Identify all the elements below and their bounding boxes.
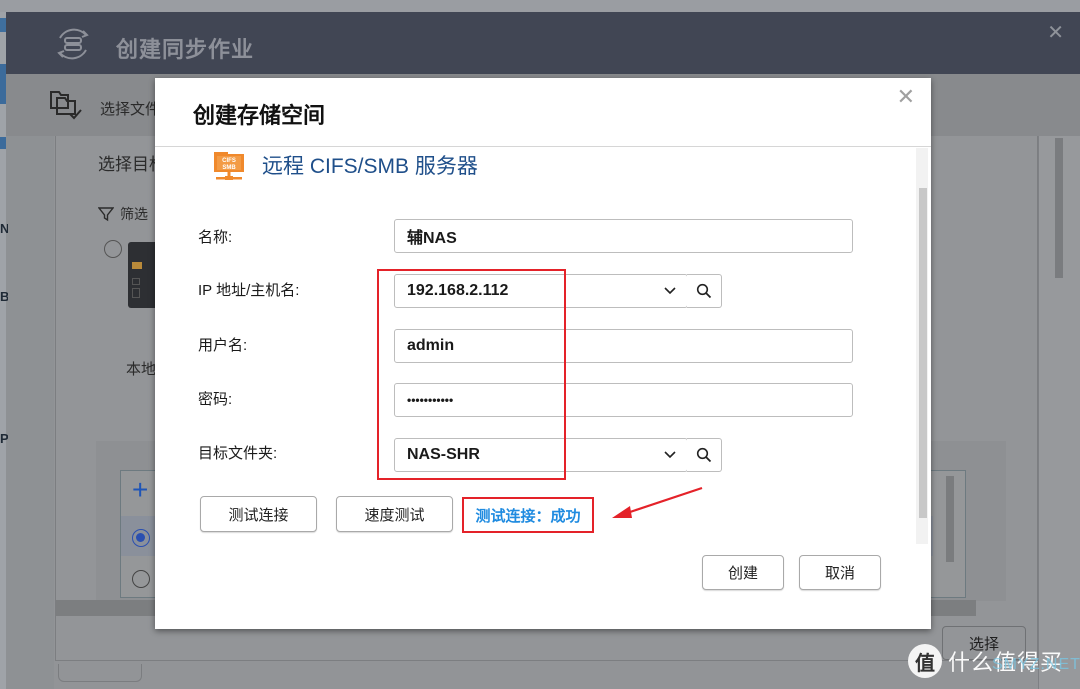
right-column — [1039, 136, 1080, 689]
add-storage-icon[interactable]: + — [132, 476, 148, 504]
storage-radio-selected[interactable] — [132, 529, 150, 547]
icon-text-smb: SMB — [222, 165, 236, 171]
background-app-text: N — [0, 222, 8, 236]
filter-icon — [98, 207, 114, 222]
host-combobox[interactable]: 192.168.2.112 — [394, 274, 688, 308]
cifs-smb-server-icon: CIFS SMB — [214, 152, 244, 180]
connection-status-box: 测试连接：成功 — [462, 497, 594, 533]
test-connection-button[interactable]: 测试连接 — [200, 496, 317, 532]
chevron-down-icon[interactable] — [663, 447, 677, 461]
step-label: 选择文件 — [100, 101, 161, 118]
username-input[interactable]: admin — [394, 329, 853, 363]
create-storage-dialog: 创建存储空间 ✕ CIFS SMB 远程 CIFS/SMB 服务器 名称: 辅N… — [155, 78, 931, 629]
search-icon — [696, 447, 712, 463]
sync-storage-icon — [57, 28, 89, 60]
password-value: ••••••••••• — [407, 393, 454, 407]
chevron-down-icon[interactable] — [663, 283, 677, 297]
host-label: IP 地址/主机名: — [198, 282, 300, 299]
connection-status: 测试连接：成功 — [475, 507, 581, 525]
target-folder-combobox[interactable]: NAS-SHR — [394, 438, 688, 472]
window-scrollbar[interactable] — [1055, 138, 1063, 278]
filter-label: 筛选 — [120, 206, 148, 222]
desktop-top-strip — [0, 0, 1080, 12]
name-label: 名称: — [198, 229, 233, 246]
host-value: 192.168.2.112 — [407, 282, 509, 299]
host-search-button[interactable] — [687, 274, 722, 308]
dialog-scrollbar[interactable] — [916, 148, 928, 544]
search-icon — [696, 283, 712, 299]
password-label: 密码: — [198, 391, 233, 408]
target-folder-label: 目标文件夹: — [198, 445, 278, 462]
name-input[interactable]: 辅NAS — [394, 219, 853, 253]
storage-radio[interactable] — [132, 570, 150, 588]
dialog-title: 创建存储空间 — [193, 103, 326, 128]
background-app-text: B — [0, 290, 8, 304]
username-value: admin — [407, 337, 455, 354]
bottom-tab — [58, 664, 142, 682]
password-input[interactable]: ••••••••••• — [394, 383, 853, 417]
annotation-arrow-icon — [612, 486, 703, 518]
local-label: 本地 — [126, 361, 157, 378]
watermark-overlay: SMYZ.NET — [992, 656, 1080, 673]
list-scrollbar[interactable] — [946, 476, 954, 562]
window-close-icon[interactable]: ✕ — [1047, 20, 1064, 45]
dialog-header: 创建存储空间 ✕ — [155, 78, 931, 147]
speed-test-button[interactable]: 速度测试 — [336, 496, 453, 532]
window-header: 创建同步作业 ✕ — [6, 12, 1080, 74]
step-sidebar — [6, 136, 54, 689]
icon-text-cifs: CIFS — [222, 158, 236, 164]
watermark-badge: 值 — [908, 644, 942, 678]
username-label: 用户名: — [198, 337, 248, 354]
local-device-radio[interactable] — [104, 240, 122, 258]
background-app-text: P — [0, 432, 8, 446]
folder-check-icon — [50, 91, 82, 120]
dialog-close-icon[interactable]: ✕ — [897, 84, 915, 110]
server-type-title: 远程 CIFS/SMB 服务器 — [262, 155, 478, 178]
window-title: 创建同步作业 — [116, 37, 255, 62]
folder-search-button[interactable] — [687, 438, 722, 472]
name-value: 辅NAS — [407, 230, 457, 247]
cancel-button[interactable]: 取消 — [799, 555, 881, 590]
target-folder-value: NAS-SHR — [407, 446, 480, 463]
filter-control[interactable]: 筛选 — [98, 204, 148, 224]
create-button[interactable]: 创建 — [702, 555, 784, 590]
